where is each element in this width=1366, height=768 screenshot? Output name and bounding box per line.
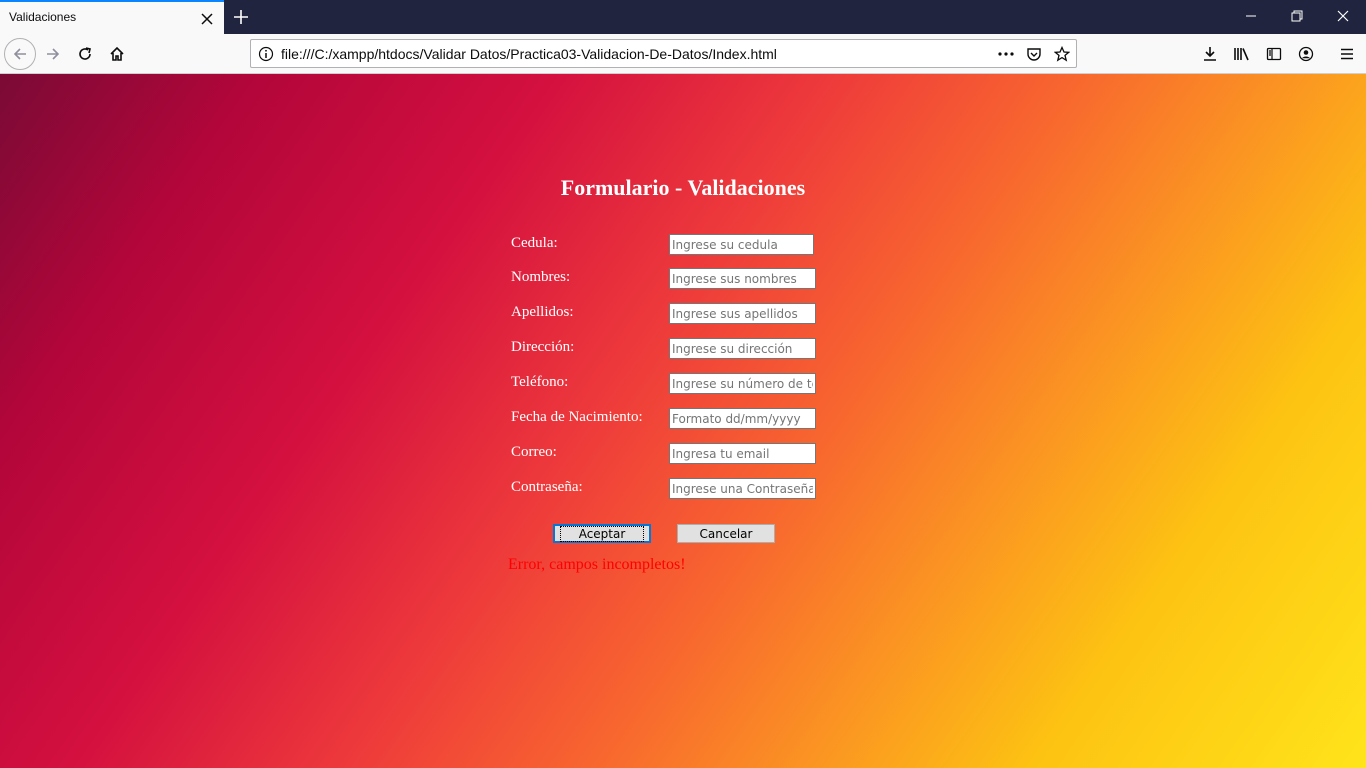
- accept-button[interactable]: Aceptar: [553, 524, 651, 543]
- direccion-label: Dirección:: [511, 339, 575, 355]
- page-content: Formulario - Validaciones Cedula: Nombre…: [0, 74, 1366, 768]
- fecha-nacimiento-label: Fecha de Nacimiento:: [511, 409, 643, 425]
- nombres-label: Nombres:: [511, 269, 571, 285]
- cancel-button[interactable]: Cancelar: [677, 524, 775, 543]
- telefono-input[interactable]: [669, 373, 816, 394]
- close-window-icon[interactable]: [1320, 0, 1366, 32]
- contrasena-label: Contraseña:: [511, 479, 583, 495]
- close-icon[interactable]: [199, 11, 215, 27]
- contrasena-input[interactable]: [669, 478, 816, 499]
- home-icon[interactable]: [101, 38, 133, 70]
- page-title: Formulario - Validaciones: [560, 175, 806, 200]
- back-arrow-icon[interactable]: [4, 38, 36, 70]
- url-bar[interactable]: file:///C:/xampp/htdocs/Validar Datos/Pr…: [250, 39, 1077, 68]
- star-icon[interactable]: [1053, 45, 1071, 63]
- correo-label: Correo:: [511, 444, 557, 460]
- accept-button-label: Aceptar: [559, 526, 645, 542]
- tab-strip: Validaciones: [0, 0, 1366, 34]
- apellidos-label: Apellidos:: [511, 304, 574, 320]
- cedula-input[interactable]: [669, 234, 814, 255]
- restore-icon[interactable]: [1274, 0, 1320, 32]
- error-message: Error, campos incompletos!: [508, 556, 686, 573]
- nombres-input[interactable]: [669, 268, 816, 289]
- plus-icon[interactable]: [231, 7, 251, 27]
- reload-icon[interactable]: [69, 38, 101, 70]
- tab-title: Validaciones: [9, 10, 77, 24]
- pocket-icon[interactable]: [1025, 45, 1043, 63]
- cedula-label: Cedula:: [511, 235, 558, 251]
- download-icon[interactable]: [1194, 38, 1226, 70]
- apellidos-input[interactable]: [669, 303, 816, 324]
- more-dots-icon[interactable]: [997, 45, 1015, 63]
- hamburger-menu-icon[interactable]: [1331, 38, 1363, 70]
- direccion-input[interactable]: [669, 338, 816, 359]
- navigation-toolbar: file:///C:/xampp/htdocs/Validar Datos/Pr…: [0, 34, 1366, 74]
- url-text[interactable]: file:///C:/xampp/htdocs/Validar Datos/Pr…: [281, 46, 777, 62]
- library-icon[interactable]: [1226, 38, 1258, 70]
- minimize-icon[interactable]: [1228, 0, 1274, 32]
- info-icon[interactable]: [257, 45, 275, 63]
- tab-validaciones[interactable]: Validaciones: [0, 0, 224, 34]
- telefono-label: Teléfono:: [511, 374, 569, 390]
- sidebar-icon[interactable]: [1258, 38, 1290, 70]
- correo-input[interactable]: [669, 443, 816, 464]
- account-icon[interactable]: [1290, 38, 1322, 70]
- forward-arrow-icon[interactable]: [37, 38, 69, 70]
- fecha-nacimiento-input[interactable]: [669, 408, 816, 429]
